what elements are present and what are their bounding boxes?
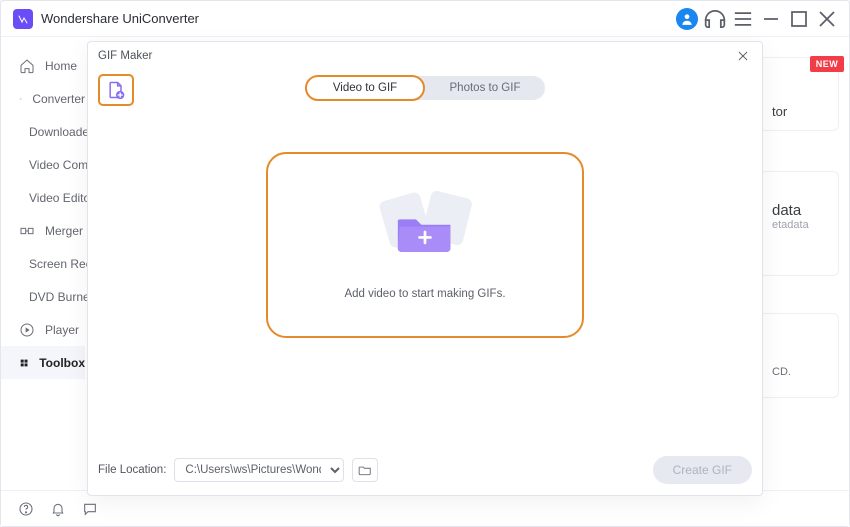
create-gif-button[interactable]: Create GIF — [653, 456, 752, 484]
sidebar-item-dvd[interactable]: DVD Burner — [1, 280, 85, 313]
drop-zone[interactable]: Add video to start making GIFs. — [266, 152, 584, 338]
sidebar-item-label: Video Editor — [29, 191, 94, 205]
title-bar: Wondershare UniConverter — [1, 1, 849, 37]
sidebar-item-converter[interactable]: Converter — [1, 82, 85, 115]
minimize-button[interactable] — [757, 5, 785, 33]
modal-title: GIF Maker — [98, 50, 152, 62]
background-cards: NEW tor data etadata CD. — [779, 53, 839, 476]
background-card: CD. — [759, 313, 839, 398]
tab-video-to-gif[interactable]: Video to GIF — [305, 75, 425, 101]
sidebar-item-recorder[interactable]: Screen Recorder — [1, 247, 85, 280]
folder-plus-icon — [370, 190, 480, 274]
sidebar-item-label: Home — [45, 59, 77, 73]
modal-header: GIF Maker — [88, 42, 762, 70]
app-title: Wondershare UniConverter — [41, 11, 673, 26]
sidebar: Home Converter Downloader Video Compress… — [1, 37, 85, 492]
tab-photos-to-gif[interactable]: Photos to GIF — [425, 76, 545, 100]
drop-hint: Add video to start making GIFs. — [344, 288, 505, 300]
bell-icon[interactable] — [45, 496, 71, 522]
maximize-button[interactable] — [785, 5, 813, 33]
headset-icon[interactable] — [701, 5, 729, 33]
sidebar-item-home[interactable]: Home — [1, 49, 85, 82]
sidebar-item-player[interactable]: Player — [1, 313, 85, 346]
sidebar-item-toolbox[interactable]: Toolbox — [1, 346, 85, 379]
sidebar-item-merger[interactable]: Merger — [1, 214, 85, 247]
sidebar-item-label: Downloader — [29, 125, 93, 139]
tab-label: Photos to GIF — [450, 82, 521, 94]
sidebar-item-label: Toolbox — [39, 356, 85, 370]
app-window: Wondershare UniConverter Home — [0, 0, 850, 527]
mode-tabs: Video to GIF Photos to GIF — [305, 76, 545, 100]
modal-footer: File Location: C:\Users\ws\Pictures\Wond… — [98, 455, 752, 485]
card-title: data — [772, 202, 826, 219]
card-text: CD. — [772, 366, 826, 378]
sidebar-item-label: Player — [45, 323, 79, 337]
sidebar-item-label: DVD Burner — [29, 290, 94, 304]
gif-maker-modal: GIF Maker Video to GIF Photos to GIF — [87, 41, 763, 496]
close-button[interactable] — [813, 5, 841, 33]
tab-label: Video to GIF — [333, 82, 397, 94]
card-sub: etadata — [772, 219, 826, 231]
help-icon[interactable] — [13, 496, 39, 522]
sidebar-item-editor[interactable]: Video Editor — [1, 181, 85, 214]
close-icon[interactable] — [734, 47, 752, 65]
sidebar-item-downloader[interactable]: Downloader — [1, 115, 85, 148]
app-logo — [13, 9, 33, 29]
sidebar-item-label: Converter — [32, 92, 85, 106]
background-card: NEW tor — [759, 57, 839, 131]
card-text: tor — [772, 104, 826, 119]
browse-folder-button[interactable] — [352, 458, 378, 482]
sidebar-item-compressor[interactable]: Video Compressor — [1, 148, 85, 181]
sidebar-item-label: Merger — [45, 224, 83, 238]
file-location-select[interactable]: C:\Users\ws\Pictures\Wonders — [174, 458, 344, 482]
feedback-icon[interactable] — [77, 496, 103, 522]
account-avatar[interactable] — [673, 5, 701, 33]
add-file-button[interactable] — [98, 74, 134, 106]
file-location-label: File Location: — [98, 464, 166, 476]
menu-icon[interactable] — [729, 5, 757, 33]
background-card: data etadata — [759, 171, 839, 276]
new-badge: NEW — [810, 56, 844, 72]
